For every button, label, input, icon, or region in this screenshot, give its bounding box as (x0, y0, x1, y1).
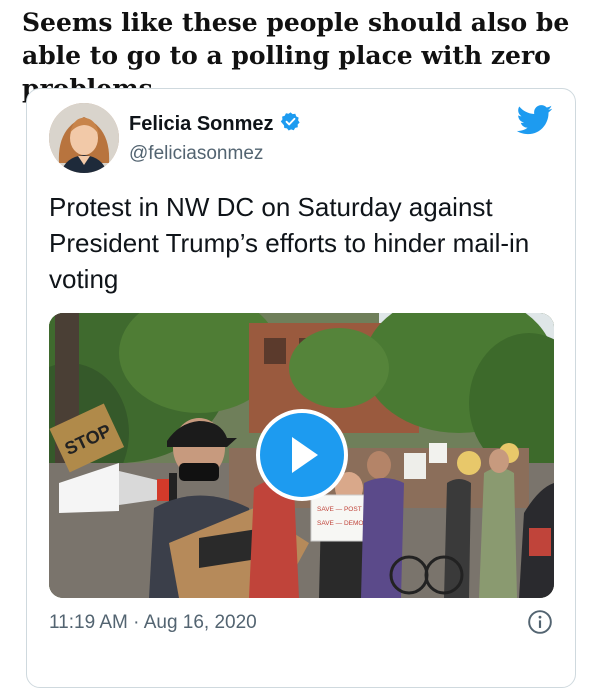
play-button[interactable] (256, 409, 348, 501)
twitter-bird-icon[interactable] (516, 105, 553, 140)
embedded-tweet[interactable]: Felicia Sonmez @feliciasonmez Protest in… (26, 88, 576, 688)
author-handle[interactable]: @feliciasonmez (129, 143, 263, 165)
author-name[interactable]: Felicia Sonmez (129, 113, 274, 136)
tweet-timestamp[interactable]: 11:19 AM · Aug 16, 2020 (49, 612, 257, 634)
play-icon (292, 437, 318, 473)
avatar[interactable] (49, 103, 119, 173)
verified-badge-icon (280, 111, 301, 137)
info-icon[interactable] (527, 609, 553, 640)
video-thumbnail[interactable]: STOP SAVE — POST OFFICE SAVE — DEMOCRACY (49, 313, 554, 598)
tweet-text: Protest in NW DC on Saturday against Pre… (49, 192, 530, 294)
